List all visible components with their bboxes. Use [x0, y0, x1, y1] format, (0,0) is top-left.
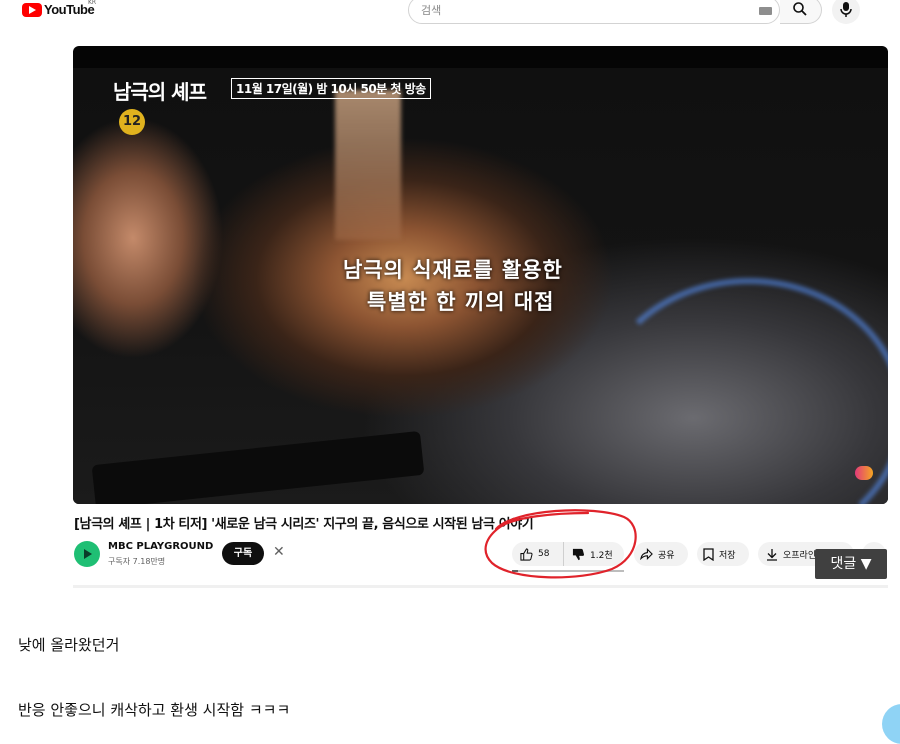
post-text-line2: 반응 안좋으니 캐삭하고 환생 시작함 ㅋㅋㅋ — [18, 701, 291, 719]
youtube-logo[interactable]: YouTube — [22, 2, 95, 17]
logo-region: KR — [88, 0, 97, 6]
keyboard-icon[interactable] — [759, 7, 772, 15]
save-label: 저장 — [719, 550, 736, 561]
bookmark-icon — [703, 547, 714, 561]
subscribe-button[interactable]: 구독 — [222, 542, 264, 565]
subscriber-count: 구독자 7.18만명 — [108, 557, 166, 566]
search-button[interactable] — [780, 0, 822, 24]
pan-handle — [91, 430, 425, 504]
voice-search-button[interactable] — [832, 0, 860, 24]
red-annotation-circle — [484, 509, 637, 579]
share-button[interactable]: 공유 — [634, 542, 688, 566]
share-label: 공유 — [658, 550, 675, 561]
save-button[interactable]: 저장 — [697, 542, 749, 566]
search-icon — [793, 2, 807, 16]
channel-name[interactable]: MBC PLAYGROUND — [108, 541, 213, 552]
close-icon[interactable]: ✕ — [273, 544, 285, 560]
age-rating-badge: 12 — [119, 109, 145, 135]
microphone-icon — [840, 2, 852, 17]
search-placeholder: 검색 — [421, 4, 442, 17]
youtube-play-icon — [22, 2, 42, 17]
video-caption-line2: 특별한 한 끼의 대접 — [367, 290, 555, 314]
logo-text: YouTube — [44, 2, 95, 17]
floating-action-button[interactable] — [882, 704, 900, 744]
airdate-badge: 11월 17일(월) 밤 10시 50분 첫 방송 — [231, 78, 431, 99]
video-player[interactable]: 남극의 셰프 11월 17일(월) 밤 10시 50분 첫 방송 12 남극의 … — [73, 46, 888, 504]
show-title-overlay: 남극의 셰프 — [113, 80, 207, 104]
channel-watermark-icon — [855, 466, 873, 480]
stove-flame — [593, 278, 888, 504]
video-caption-line1: 남극의 식재료를 활용한 — [343, 258, 563, 282]
divider — [73, 585, 888, 588]
channel-avatar[interactable] — [74, 541, 100, 567]
video-title: [남극의 셰프 | 1차 티저] '새로운 남극 시리즈' 지구의 끝, 음식으… — [74, 517, 534, 532]
download-icon — [767, 548, 777, 561]
search-input[interactable]: 검색 — [408, 0, 780, 24]
pouring-liquid — [335, 90, 401, 240]
comments-toggle-button[interactable]: 댓글 ▼ — [815, 549, 887, 579]
post-text-line1: 낮에 올라왔던거 — [18, 636, 120, 654]
